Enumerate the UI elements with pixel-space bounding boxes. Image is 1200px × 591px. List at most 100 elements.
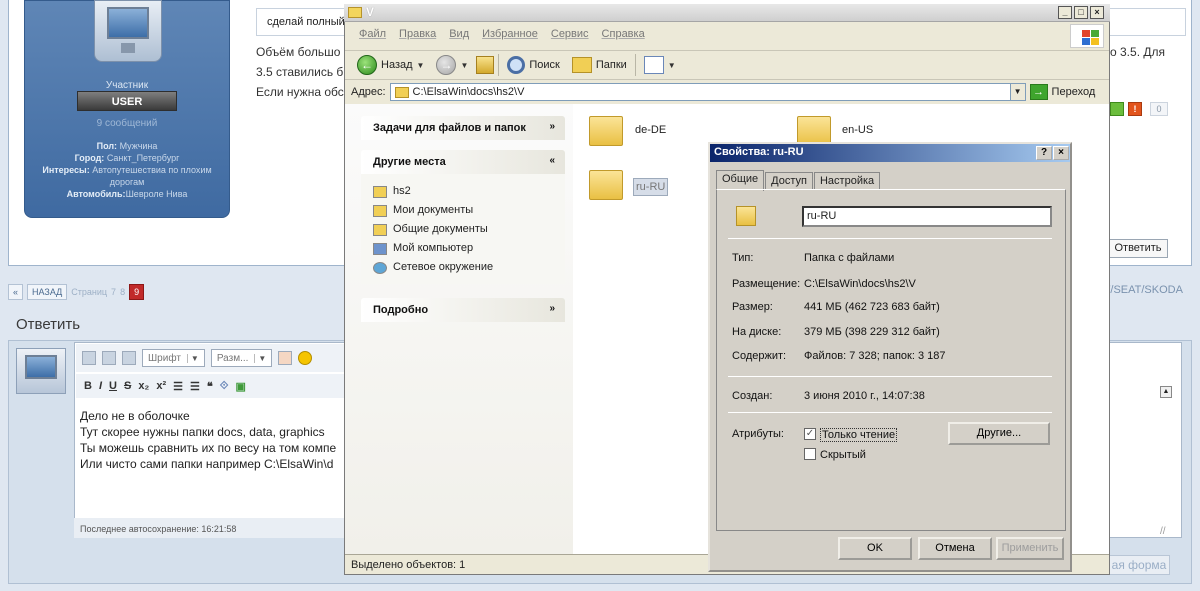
advanced-form-button[interactable]: ая форма: [1108, 555, 1170, 575]
divider: [728, 412, 1052, 413]
hidden-checkbox[interactable]: [804, 448, 816, 460]
go-button[interactable]: Переход: [1052, 86, 1096, 98]
created-value: 3 июня 2010 г., 14:07:38: [804, 390, 925, 402]
quote-icon[interactable]: ❝: [207, 380, 213, 393]
pager-page-7[interactable]: 7: [111, 287, 116, 297]
strike-button[interactable]: S: [124, 380, 131, 392]
expand-icon: »: [549, 303, 555, 314]
tasks-header[interactable]: Задачи для файлов и папок»: [361, 116, 565, 140]
text-color-icon[interactable]: [278, 351, 293, 365]
explorer-titlebar[interactable]: V _ □ ×: [344, 4, 1110, 22]
folders-icon: [571, 57, 592, 73]
dialog-titlebar[interactable]: Свойства: ru-RU ? ×: [710, 144, 1070, 162]
type-value: Папка с файлами: [804, 252, 895, 264]
superscript-button[interactable]: x²: [156, 380, 166, 392]
font-select[interactable]: Шрифт ▼: [142, 349, 205, 367]
folder-ru-ru[interactable]: ru-RU: [633, 178, 669, 196]
forward-button[interactable]: → ▼: [432, 55, 472, 75]
place-my-computer[interactable]: Мой компьютер: [373, 239, 553, 258]
divider: [728, 376, 1052, 377]
image-icon[interactable]: ▣: [235, 380, 245, 393]
tab-general[interactable]: Общие: [716, 170, 765, 191]
breadcrumb[interactable]: W/SEAT/SKODA: [1100, 284, 1183, 296]
ok-button[interactable]: OK: [838, 537, 912, 560]
subscript-button[interactable]: x₂: [138, 380, 149, 392]
folder-icon[interactable]: [589, 116, 623, 146]
collapse-icon: «: [549, 155, 555, 166]
source-icon[interactable]: [82, 351, 96, 365]
size-value: 441 МБ (462 723 683 байт): [804, 301, 940, 313]
tab-sharing[interactable]: Доступ: [765, 172, 813, 190]
folder-up-icon[interactable]: [476, 56, 495, 74]
forward-arrow-icon: →: [436, 55, 457, 75]
readonly-label[interactable]: Только чтение: [820, 428, 898, 442]
bold-button[interactable]: B: [84, 380, 92, 392]
address-label: Адрес:: [351, 86, 386, 98]
type-label: Тип:: [732, 252, 754, 264]
menu-favorites[interactable]: Избранное: [482, 28, 538, 48]
menu-view[interactable]: Вид: [449, 28, 469, 48]
folder-icon[interactable]: [589, 170, 623, 200]
eraser-icon[interactable]: [102, 351, 116, 365]
views-icon: [643, 56, 664, 74]
place-shared-documents[interactable]: Общие документы: [373, 220, 553, 239]
search-button[interactable]: Поиск: [503, 56, 563, 74]
place-network[interactable]: Сетевое окружение: [373, 258, 553, 277]
size-select[interactable]: Разм... ▼: [210, 349, 273, 367]
address-input[interactable]: C:\ElsaWin\docs\hs2\V ▼: [389, 83, 1026, 101]
scroll-up-icon[interactable]: ▲: [1160, 386, 1172, 398]
readonly-checkbox[interactable]: ✓: [804, 428, 816, 440]
folders-button[interactable]: Папки: [568, 57, 631, 73]
minimize-button[interactable]: _: [1058, 6, 1072, 19]
template-icon[interactable]: [122, 351, 136, 365]
folder-icon: [348, 7, 362, 18]
pager-page-8[interactable]: 8: [120, 287, 125, 297]
resize-handle-icon[interactable]: //: [1160, 526, 1166, 537]
italic-button[interactable]: I: [99, 380, 102, 392]
menu-file[interactable]: Файл: [359, 28, 386, 48]
editor-toolbar: Шрифт ▼ Разм... ▼: [76, 344, 352, 372]
maximize-button[interactable]: □: [1074, 6, 1088, 19]
smiley-icon[interactable]: [298, 351, 313, 365]
bullet-list-icon[interactable]: ☰: [173, 380, 183, 393]
link-icon[interactable]: ⟐: [220, 380, 229, 393]
underline-button[interactable]: U: [109, 380, 117, 392]
hidden-label[interactable]: Скрытый: [820, 449, 866, 461]
menu-help[interactable]: Справка: [602, 28, 645, 48]
menu-tools[interactable]: Сервис: [551, 28, 589, 48]
tab-bar: Общие Доступ Настройка: [716, 170, 881, 191]
details-header[interactable]: Подробно»: [361, 298, 565, 322]
cancel-button[interactable]: Отмена: [918, 537, 992, 560]
user-message-count[interactable]: 9 сообщений: [24, 118, 230, 129]
reply-button[interactable]: Ответить: [1108, 239, 1168, 258]
vote-up-button[interactable]: [1110, 102, 1124, 116]
dialog-title: Свойства: ru-RU: [714, 146, 804, 158]
address-bar: Адрес: C:\ElsaWin\docs\hs2\V ▼ → Переход: [345, 81, 1109, 103]
apply-button[interactable]: Применить: [996, 537, 1064, 560]
close-button[interactable]: ×: [1090, 6, 1104, 19]
menu-edit[interactable]: Правка: [399, 28, 436, 48]
pager-prev-button[interactable]: «: [8, 284, 24, 300]
views-button[interactable]: ▼: [640, 56, 680, 74]
tab-customize[interactable]: Настройка: [813, 172, 881, 190]
go-arrow-icon[interactable]: →: [1029, 84, 1048, 100]
help-button[interactable]: ?: [1036, 146, 1052, 160]
back-button[interactable]: ← Назад ▼: [353, 55, 428, 75]
pager-back-button[interactable]: НАЗАД: [27, 284, 68, 300]
vote-down-button[interactable]: !: [1128, 102, 1142, 116]
folder-name-input[interactable]: ru-RU: [802, 206, 1052, 227]
places-header[interactable]: Другие места «: [361, 150, 565, 174]
editor-text[interactable]: Дело не в оболочке Тут скорее нужны папк…: [80, 408, 350, 472]
place-hs2[interactable]: hs2: [373, 182, 553, 201]
reply-avatar: [16, 348, 66, 394]
menu-bar: Файл Правка Вид Избранное Сервис Справка: [345, 28, 1109, 48]
user-avatar[interactable]: [94, 0, 162, 62]
advanced-attributes-button[interactable]: Другие...: [948, 422, 1050, 445]
folder-de-de[interactable]: de-DE: [635, 124, 666, 136]
numbered-list-icon[interactable]: ☰: [190, 380, 200, 393]
place-my-documents[interactable]: Мои документы: [373, 201, 553, 220]
chevron-down-icon[interactable]: ▼: [1009, 84, 1025, 100]
folder-en-us[interactable]: en-US: [842, 124, 873, 136]
dialog-close-button[interactable]: ×: [1053, 146, 1069, 160]
attributes-label: Атрибуты:: [732, 428, 784, 440]
